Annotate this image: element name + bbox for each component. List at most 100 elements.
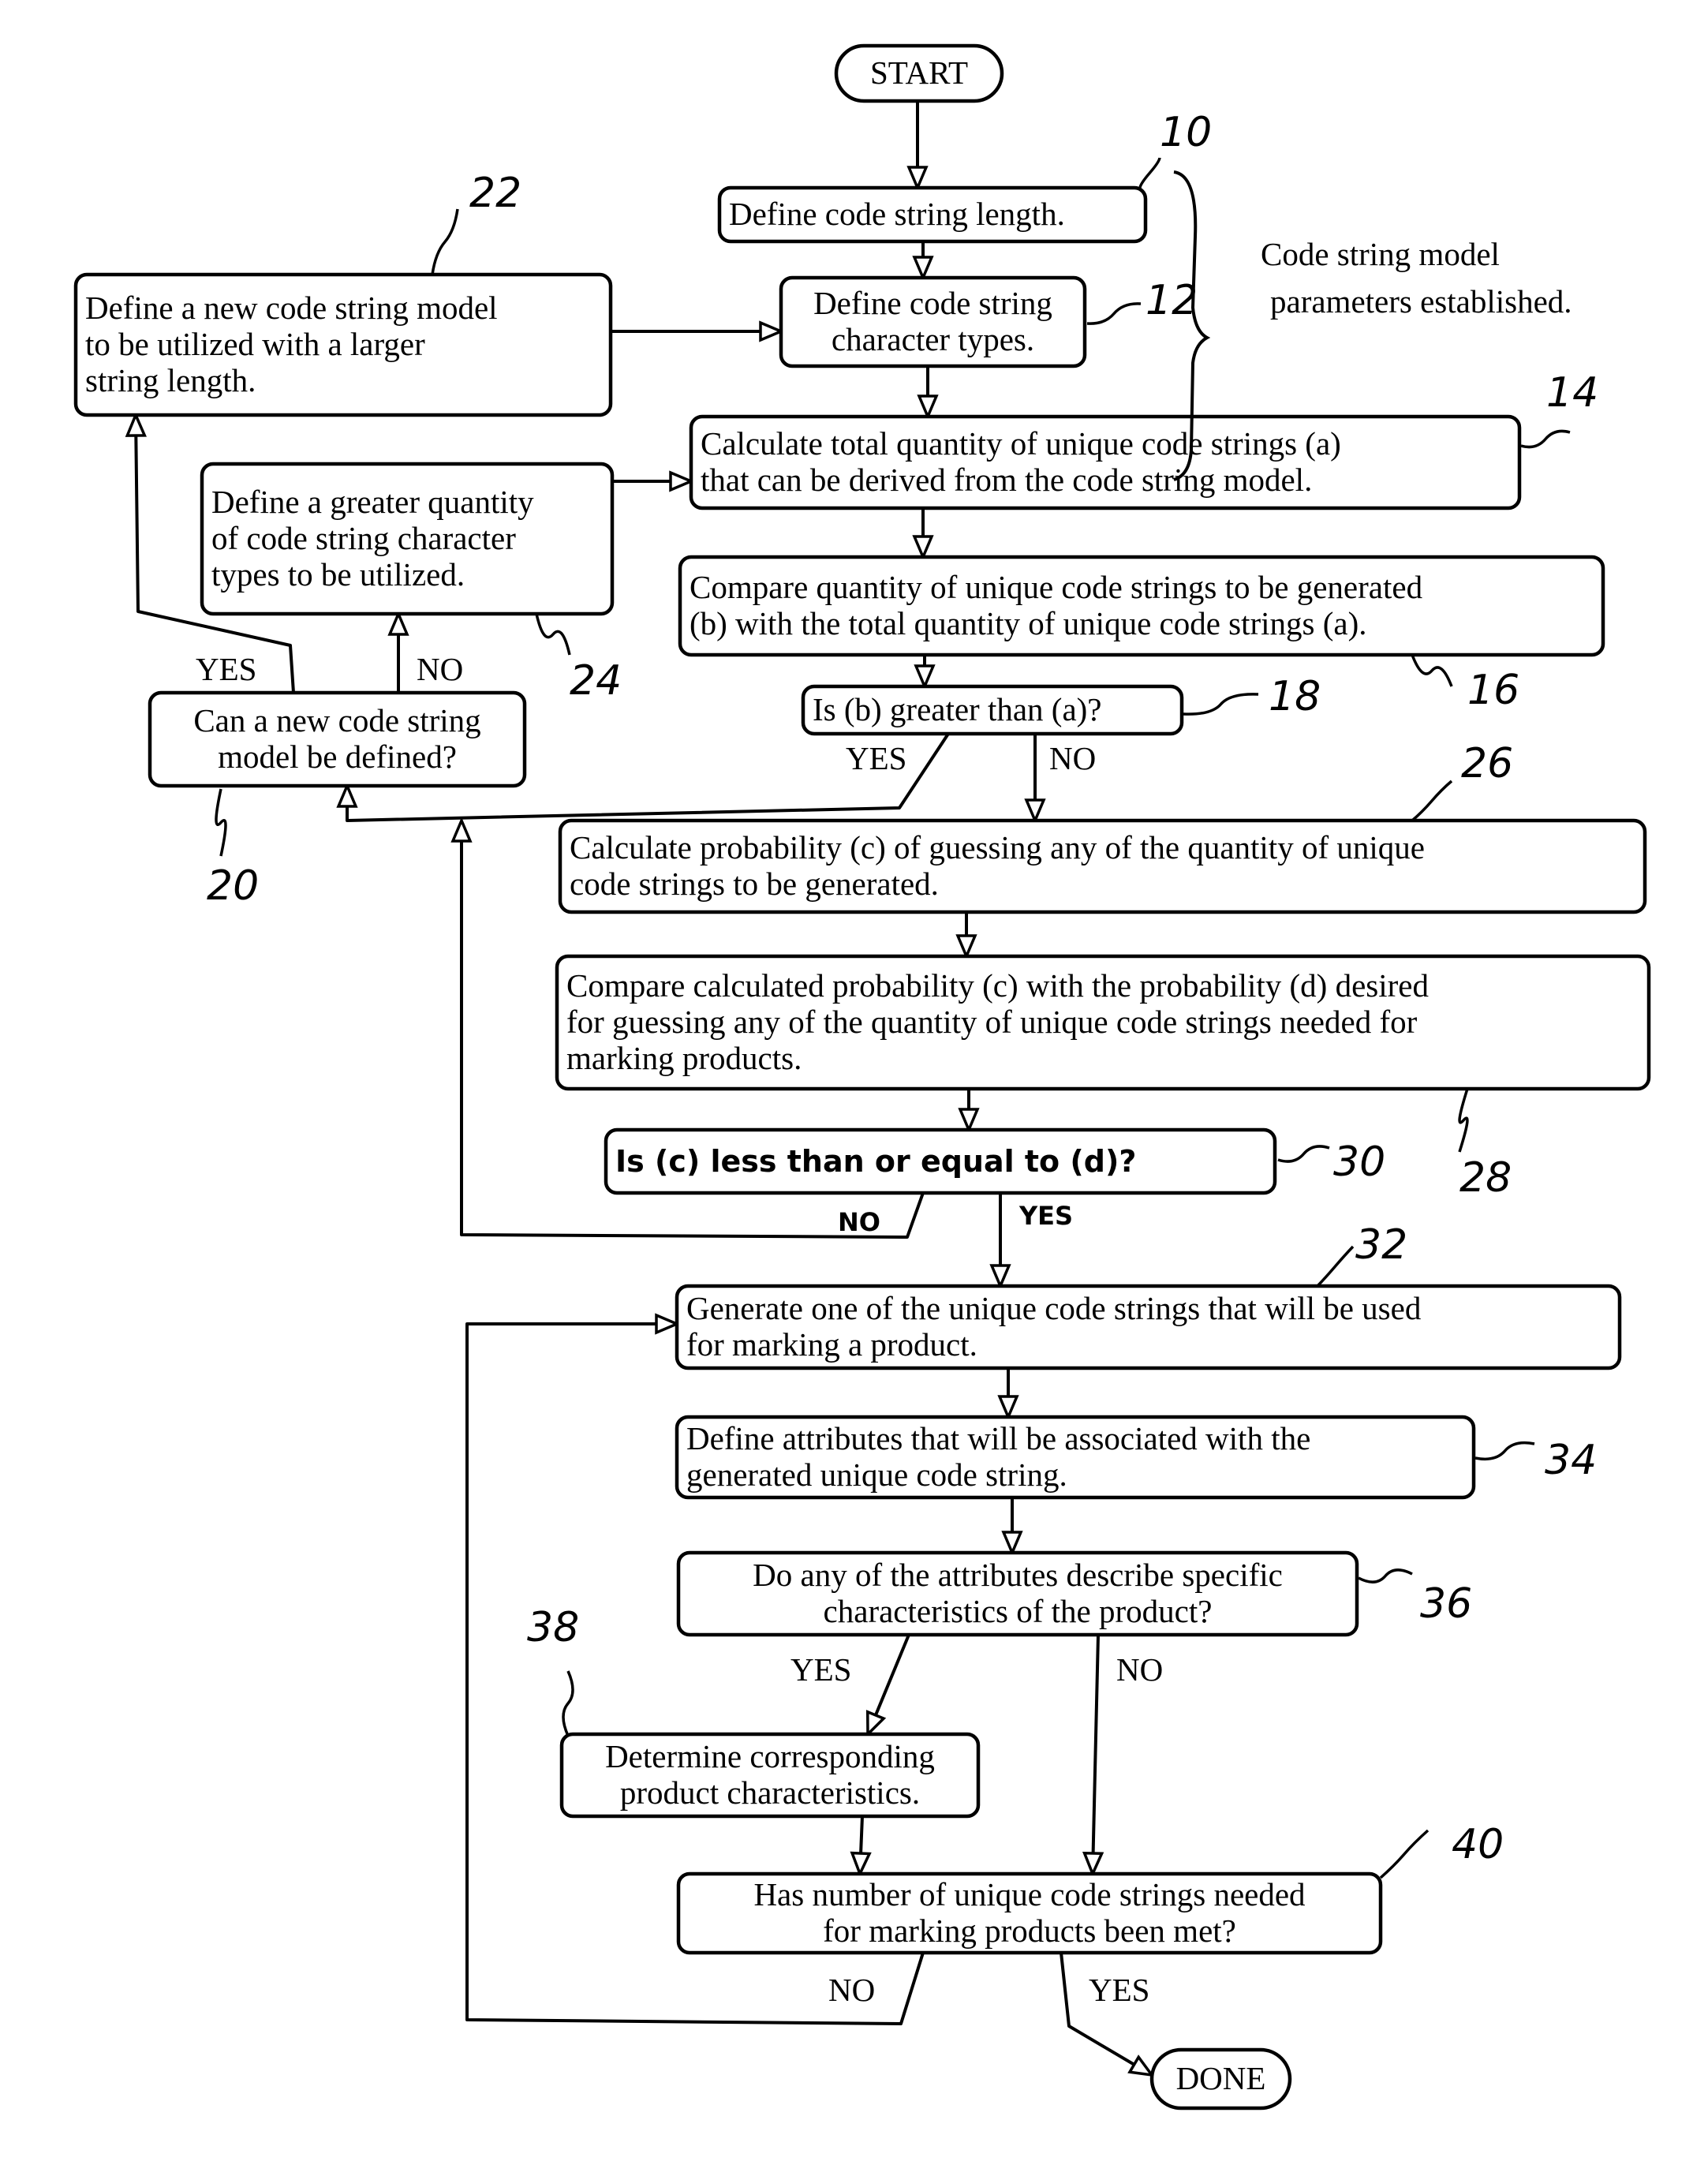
arrowhead-icon (917, 394, 939, 421)
node-text-line: types to be utilized. (211, 556, 465, 593)
reference-leader-line (1411, 654, 1453, 687)
flow-node-n26: Calculate probability (c) of guessing an… (558, 740, 1647, 914)
branch-label-yes: YES (790, 1651, 851, 1688)
reference-numeral: 32 (1355, 1221, 1407, 1269)
node-text-line: Compare calculated probability (c) with … (566, 967, 1429, 1004)
reference-leader-line (562, 1670, 574, 1737)
arrowhead-icon (906, 166, 929, 192)
flow-node-n30: Is (c) less than or equal to (d)? 30 (604, 1127, 1385, 1195)
flow-edge-n14-to-n16 (912, 508, 934, 561)
reference-leader-line (1411, 780, 1453, 822)
node-text-line: Is (b) greater than (a)? (813, 691, 1102, 727)
flow-node-n24: Define a greater quantityof code string … (200, 462, 622, 705)
flow-edge-n16-to-n18 (914, 655, 936, 690)
branch-label-no: NO (1049, 740, 1096, 776)
flow-node-n18: Is (b) greater than (a)? 18 (801, 673, 1321, 736)
reference-leader-line (1183, 693, 1259, 716)
node-text-line: Do any of the attributes describe specif… (753, 1557, 1283, 1593)
reference-leader-line (1086, 302, 1142, 325)
reference-numeral: 24 (570, 657, 622, 705)
flow-edge-n30-to-n32: YES (989, 1193, 1073, 1290)
branch-label-yes: YES (196, 651, 256, 687)
arrowhead-icon (1127, 2054, 1155, 2077)
flow-edge-n18-to-n26: NO (1024, 734, 1096, 824)
arrowhead-icon (387, 610, 409, 636)
flow-edge-n26-to-n28 (955, 912, 977, 960)
flow-edge-n36-to-n40: NO (1082, 1634, 1163, 1878)
reference-numeral: 22 (469, 170, 521, 217)
node-text-line: Calculate total quantity of unique code … (701, 425, 1341, 462)
node-text-line: Determine corresponding (605, 1738, 935, 1774)
connector-line (1091, 1634, 1100, 1875)
node-text-line: Define a greater quantity (211, 484, 534, 520)
flow-node-n12: Define code stringcharacter types. 12 (779, 275, 1198, 368)
node-text-line: Calculate probability (c) of guessing an… (570, 829, 1425, 866)
flow-edge-n24-to-n14 (612, 470, 695, 492)
flow-edge-n38-to-n40 (850, 1815, 872, 1878)
flow-edge-n12-to-n14 (917, 366, 939, 421)
reference-numeral: 16 (1467, 667, 1519, 714)
arrowhead-icon (450, 817, 473, 843)
flow-edge-n32-to-n34 (997, 1368, 1019, 1421)
node-text-line: to be utilized with a larger (85, 326, 425, 362)
flowchart: YES NO YES NO NO YES YES NO NO YES START Define co… (73, 43, 1651, 2111)
flow-node-done: DONE (1149, 2047, 1292, 2111)
reference-numeral: 20 (207, 862, 259, 910)
flow-edge-n22-to-n12 (611, 320, 785, 342)
arrowhead-icon (125, 411, 147, 437)
flow-edge-n28-to-n30 (958, 1089, 980, 1134)
flow-edge-start-to-n10 (906, 101, 929, 192)
arrowhead-icon (989, 1264, 1011, 1290)
node-text-line: (b) with the total quantity of unique co… (690, 605, 1367, 641)
node-text-line: DONE (1176, 2060, 1266, 2096)
reference-leader-line (535, 613, 571, 656)
flow-edge-n20-to-n24: NO (387, 610, 463, 693)
branch-label-no: NO (417, 651, 463, 687)
reference-leader-line (1358, 1568, 1413, 1583)
node-text-line: Is (c) less than or equal to (d)? (615, 1144, 1136, 1179)
node-text-line: that can be derived from the code string… (701, 462, 1312, 498)
nodes-layer: START Define code string length. 10 Define … (73, 43, 1651, 2111)
flow-node-start: START (834, 43, 1004, 103)
arrowhead-icon (958, 1108, 980, 1134)
node-text-line: for guessing any of the quantity of uniq… (566, 1004, 1418, 1040)
flow-node-n36: Do any of the attributes describe specif… (676, 1550, 1472, 1637)
reference-numeral: 36 (1420, 1580, 1472, 1628)
reference-numeral: 38 (527, 1604, 579, 1651)
node-text-line: marking products. (566, 1040, 802, 1076)
branch-label-no: NO (1116, 1651, 1163, 1688)
reference-numeral: 14 (1546, 369, 1598, 417)
reference-numeral: 30 (1333, 1138, 1385, 1186)
flow-node-n40: Has number of unique code strings needed… (676, 1821, 1504, 1955)
arrowhead-icon (912, 535, 934, 561)
node-text-line: product characteristics. (620, 1774, 920, 1811)
reference-leader-line (431, 208, 459, 275)
flow-node-n20: Can a new code stringmodel be defined? 20 (148, 690, 527, 910)
flow-node-n14: Calculate total quantity of unique code … (689, 369, 1598, 510)
reference-leader-line (1458, 1088, 1469, 1153)
branch-label-yes: YES (1089, 1972, 1149, 2008)
node-text-line: of code string character (211, 520, 516, 556)
reference-leader-line (1277, 1145, 1330, 1163)
arrowhead-icon (669, 470, 695, 492)
reference-leader-line (1520, 429, 1571, 449)
node-text-line: characteristics of the product? (824, 1593, 1213, 1629)
node-text-line: Generate one of the unique code strings … (686, 1290, 1421, 1326)
node-text-line: Define code string length. (729, 196, 1065, 232)
node-text-line: START (870, 54, 968, 91)
flow-edge-n36-to-n38: YES (790, 1634, 910, 1738)
flow-edge-n34-to-n36 (1001, 1497, 1023, 1557)
node-text-line: character types. (832, 321, 1034, 357)
reference-leader-line (1138, 157, 1161, 189)
arrowhead-icon (655, 1313, 681, 1335)
node-text-line: Define code string (813, 285, 1052, 321)
arrowhead-icon (865, 1710, 887, 1738)
reference-numeral: 10 (1160, 109, 1212, 156)
branch-label-yes: YES (1018, 1201, 1073, 1231)
node-text-line: for marking products been met? (823, 1912, 1236, 1949)
node-text-line: generated unique code string. (686, 1456, 1067, 1493)
node-text-line: Has number of unique code strings needed (753, 1876, 1305, 1912)
node-text-line: string length. (85, 362, 256, 398)
arrowhead-icon (336, 782, 358, 808)
reference-leader-line (1316, 1245, 1355, 1288)
